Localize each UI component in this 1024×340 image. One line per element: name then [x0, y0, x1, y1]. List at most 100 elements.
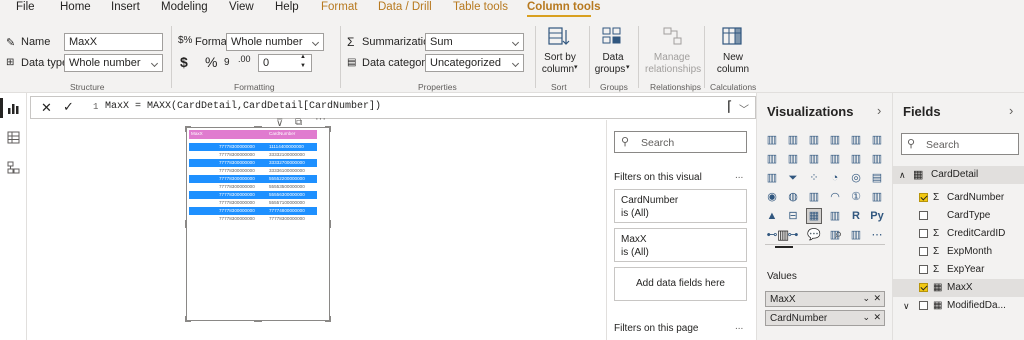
- more-options-icon[interactable]: ...: [735, 321, 743, 332]
- donut-chart-icon[interactable]: ◎: [849, 171, 863, 185]
- model-view-icon[interactable]: [7, 161, 20, 177]
- table-row[interactable]: 77778300000000 55557100000000: [189, 199, 317, 207]
- resize-handle[interactable]: [254, 126, 262, 128]
- table-row[interactable]: 77778300000000 33332700000000: [189, 159, 317, 167]
- remove-icon[interactable]: ✕: [873, 293, 881, 304]
- decimal-button[interactable]: .00: [238, 54, 251, 64]
- collapse-pane-icon[interactable]: ›: [877, 103, 881, 118]
- paginated-visual-icon[interactable]: ▥: [849, 228, 863, 242]
- stacked-area-icon[interactable]: ▥: [807, 152, 821, 166]
- chevron-down-icon[interactable]: ∧: [899, 166, 906, 184]
- header-maxx[interactable]: MaxX: [191, 131, 203, 136]
- field-checkbox[interactable]: [919, 229, 928, 238]
- table-icon[interactable]: ▦: [806, 208, 822, 224]
- percent-button[interactable]: %: [205, 54, 217, 70]
- 100-column-icon[interactable]: ▥: [870, 133, 884, 147]
- category-dropdown[interactable]: Uncategorized: [425, 54, 524, 72]
- menu-modeling[interactable]: Modeling: [161, 1, 208, 13]
- field-checkbox[interactable]: [919, 211, 928, 220]
- menu-view[interactable]: View: [229, 1, 254, 13]
- slicer-icon[interactable]: ⊟: [786, 209, 800, 223]
- python-visual-icon[interactable]: Py: [870, 209, 884, 223]
- chevron-down-icon[interactable]: ⌄: [862, 293, 870, 304]
- name-input[interactable]: MaxX: [64, 33, 163, 51]
- field-checkbox[interactable]: [919, 193, 928, 202]
- resize-handle[interactable]: [254, 320, 262, 322]
- table-row[interactable]: 77778300000000 55552200000000: [189, 175, 317, 183]
- field-checkbox[interactable]: [919, 301, 928, 310]
- table-row[interactable]: 77778300000000 33336100000000: [189, 167, 317, 175]
- waterfall-chart-icon[interactable]: ▥: [765, 171, 779, 185]
- resize-handle[interactable]: [185, 316, 187, 322]
- resize-handle[interactable]: [185, 126, 187, 132]
- filter-card-maxx[interactable]: MaxX is (All): [614, 228, 747, 262]
- pie-chart-icon[interactable]: ◔: [828, 171, 842, 185]
- table-row[interactable]: 77778300000000 55553500000000: [189, 183, 317, 191]
- line-column-icon[interactable]: ▥: [828, 152, 842, 166]
- field-item[interactable]: ▦ MaxX: [893, 279, 1024, 297]
- clustered-column-icon[interactable]: ▥: [828, 133, 842, 147]
- kpi-icon[interactable]: ▲: [765, 209, 779, 223]
- collapse-pane-icon[interactable]: ›: [1009, 103, 1013, 118]
- filter-card-cardnumber[interactable]: CardNumber is (All): [614, 189, 747, 223]
- line-clustered-icon[interactable]: ▥: [849, 152, 863, 166]
- funnel-chart-icon[interactable]: ⏷: [786, 171, 800, 185]
- table-node-carddetail[interactable]: ∧ ▦ CardDetail: [893, 166, 1024, 184]
- menu-table-tools[interactable]: Table tools: [453, 1, 508, 13]
- chevron-down-icon[interactable]: ⌄: [862, 312, 870, 323]
- resize-handle[interactable]: [329, 126, 331, 132]
- comma-style-button[interactable]: 9: [224, 57, 230, 68]
- bar-chart-icon[interactable]: ▥: [765, 133, 779, 147]
- formula-bar[interactable]: ✕ ✓ 1 MaxX = MAXX(CardDetail,CardDetail[…: [30, 96, 756, 119]
- new-column-button[interactable]: [721, 26, 745, 51]
- treemap-icon[interactable]: ▤: [870, 171, 884, 185]
- table-row[interactable]: 77778300000000 11114400000000: [189, 143, 317, 151]
- menu-home[interactable]: Home: [60, 1, 91, 13]
- summarization-dropdown[interactable]: Sum: [425, 33, 524, 51]
- currency-button[interactable]: $: [180, 54, 188, 70]
- data-view-icon[interactable]: [7, 131, 20, 147]
- matrix-icon[interactable]: ▥: [828, 209, 842, 223]
- header-cardnumber[interactable]: CardNumber: [269, 131, 295, 136]
- field-checkbox[interactable]: [919, 283, 928, 292]
- filter-search-input[interactable]: ⚲ Search: [614, 131, 747, 153]
- menu-data-drill[interactable]: Data / Drill: [378, 1, 432, 13]
- data-groups-button[interactable]: [601, 26, 623, 51]
- more-visuals-icon[interactable]: ⋯: [870, 228, 884, 242]
- decimals-stepper[interactable]: ▲ ▼: [300, 53, 306, 71]
- ribbon-chart-icon[interactable]: ▥: [870, 152, 884, 166]
- sort-by-column-button[interactable]: [547, 26, 571, 51]
- 100-bar-icon[interactable]: ▥: [849, 133, 863, 147]
- expand-formula-icon[interactable]: ﹀: [739, 101, 749, 116]
- resize-handle[interactable]: [329, 316, 331, 322]
- area-chart-icon[interactable]: ▥: [786, 152, 800, 166]
- menu-column-tools[interactable]: Column tools: [527, 1, 600, 13]
- remove-icon[interactable]: ✕: [873, 312, 881, 323]
- decomposition-tree-icon[interactable]: ⊶: [786, 228, 800, 242]
- field-checkbox[interactable]: [919, 247, 928, 256]
- chevron-down-icon[interactable]: ∨: [903, 297, 910, 315]
- cancel-icon[interactable]: ✕: [41, 100, 52, 116]
- scatter-chart-icon[interactable]: ⁘: [807, 171, 821, 185]
- resize-handle[interactable]: [329, 220, 331, 228]
- field-item[interactable]: Σ CreditCardID: [893, 225, 1024, 243]
- value-field-maxx[interactable]: MaxX ⌄ ✕: [765, 291, 885, 307]
- value-field-cardnumber[interactable]: CardNumber ⌄ ✕: [765, 310, 885, 326]
- key-influencers-icon[interactable]: ⊷: [765, 228, 779, 242]
- menu-insert[interactable]: Insert: [111, 1, 140, 13]
- field-checkbox[interactable]: [919, 265, 928, 274]
- smart-narrative-icon[interactable]: ▥: [828, 228, 842, 242]
- report-view-icon[interactable]: [7, 102, 20, 118]
- more-options-icon[interactable]: ...: [735, 170, 743, 181]
- field-item[interactable]: Σ ExpYear: [893, 261, 1024, 279]
- r-visual-icon[interactable]: R: [849, 209, 863, 223]
- menu-help[interactable]: Help: [275, 1, 299, 13]
- line-chart-icon[interactable]: ▥: [765, 152, 779, 166]
- more-options-icon[interactable]: ···: [315, 113, 326, 125]
- field-item[interactable]: Σ CardNumber: [893, 189, 1024, 207]
- map-icon[interactable]: ◉: [765, 190, 779, 204]
- table-row[interactable]: 77778300000000 77774800000000: [189, 207, 317, 215]
- format-dropdown[interactable]: Whole number: [226, 33, 324, 51]
- menu-file[interactable]: File: [16, 1, 35, 13]
- filled-map-icon[interactable]: ◍: [786, 190, 800, 204]
